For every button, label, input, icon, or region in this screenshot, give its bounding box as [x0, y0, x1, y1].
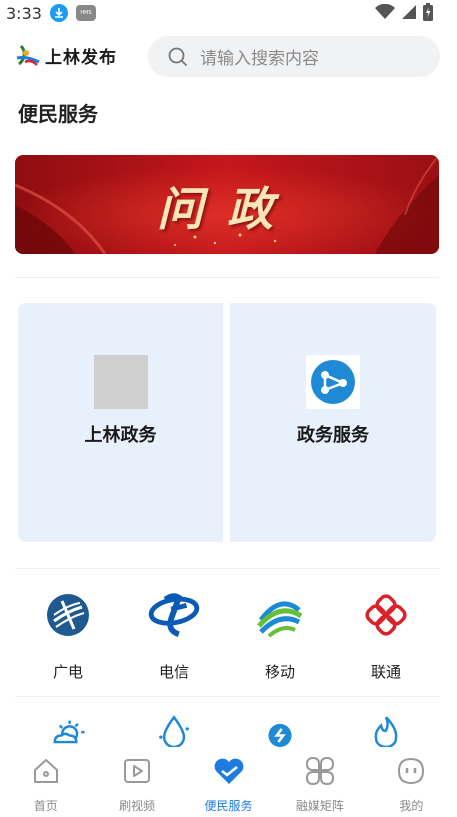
banner-title: 问政 — [157, 182, 297, 236]
nav-label: 首页 — [33, 799, 58, 813]
divider — [15, 696, 439, 697]
card-gov-service[interactable]: 政务服务 — [230, 303, 436, 542]
search-placeholder: 请输入搜索内容 — [200, 49, 319, 69]
power-icon — [268, 723, 292, 747]
divider — [15, 568, 439, 569]
service-weather[interactable] — [15, 714, 121, 747]
signal-icon — [401, 4, 417, 24]
logo-icon — [16, 44, 40, 66]
card-label: 政务服务 — [297, 425, 369, 446]
water-icon — [159, 715, 189, 747]
service-label: 广电 — [52, 663, 83, 681]
nav-media-matrix[interactable]: 融媒矩阵 — [274, 747, 365, 817]
nav-label: 便民服务 — [204, 799, 253, 813]
service-gas[interactable] — [333, 714, 439, 747]
service-telecom[interactable]: 电信 — [121, 589, 227, 682]
search-input[interactable]: 请输入搜索内容 — [148, 36, 440, 77]
nav-label: 我的 — [399, 799, 424, 813]
unicom-icon — [360, 589, 412, 641]
weather-icon — [53, 720, 85, 744]
nav-video[interactable]: 刷视频 — [91, 747, 182, 817]
mobile-icon — [254, 589, 306, 641]
home-icon — [30, 755, 62, 787]
nav-home[interactable]: 首页 — [0, 747, 91, 817]
service-unicom[interactable]: 联通 — [333, 589, 439, 682]
nav-label: 刷视频 — [119, 799, 156, 813]
battery-icon — [423, 3, 433, 25]
divider — [15, 277, 439, 278]
video-icon — [121, 755, 153, 787]
banner[interactable]: 问政 — [15, 155, 439, 254]
header: 上林发布 请输入搜索内容 — [0, 34, 457, 78]
status-bar: 3:33 HMS — [0, 0, 457, 26]
search-icon — [168, 47, 188, 66]
service-row: 广电 电信 移动 联通 — [15, 589, 439, 682]
service-broadcast[interactable]: 广电 — [15, 589, 121, 682]
logo-text: 上林发布 — [45, 47, 117, 68]
app-logo: 上林发布 — [15, 42, 117, 68]
shanglin-gov-icon — [94, 355, 148, 409]
download-icon — [49, 4, 68, 22]
wifi-icon — [375, 3, 395, 24]
status-time: 3:33 — [6, 3, 42, 23]
broadcast-icon — [42, 589, 94, 641]
heart-icon — [213, 755, 245, 787]
service-label: 联通 — [370, 663, 401, 681]
nav-label: 融媒矩阵 — [295, 799, 344, 813]
gov-service-icon — [306, 355, 360, 409]
page-title: 便民服务 — [18, 102, 98, 126]
telecom-icon — [148, 589, 200, 641]
service-label: 移动 — [264, 663, 295, 681]
nav-profile[interactable]: 我的 — [366, 747, 457, 817]
card-label: 上林政务 — [84, 425, 157, 446]
gas-icon — [374, 716, 398, 747]
service-label: 电信 — [158, 663, 189, 681]
card-shanglin-gov[interactable]: 上林政务 — [18, 303, 223, 542]
profile-icon — [395, 755, 427, 787]
nav-services[interactable]: 便民服务 — [183, 747, 274, 817]
grid-icon — [304, 755, 336, 787]
bottom-nav: 首页 刷视频 便民服务 融媒矩阵 我的 — [0, 747, 457, 817]
service-water[interactable] — [121, 714, 227, 747]
service-mobile[interactable]: 移动 — [227, 589, 333, 682]
service-row-2 — [15, 714, 439, 747]
service-power[interactable] — [227, 714, 333, 747]
hms-icon: HMS — [75, 5, 96, 21]
